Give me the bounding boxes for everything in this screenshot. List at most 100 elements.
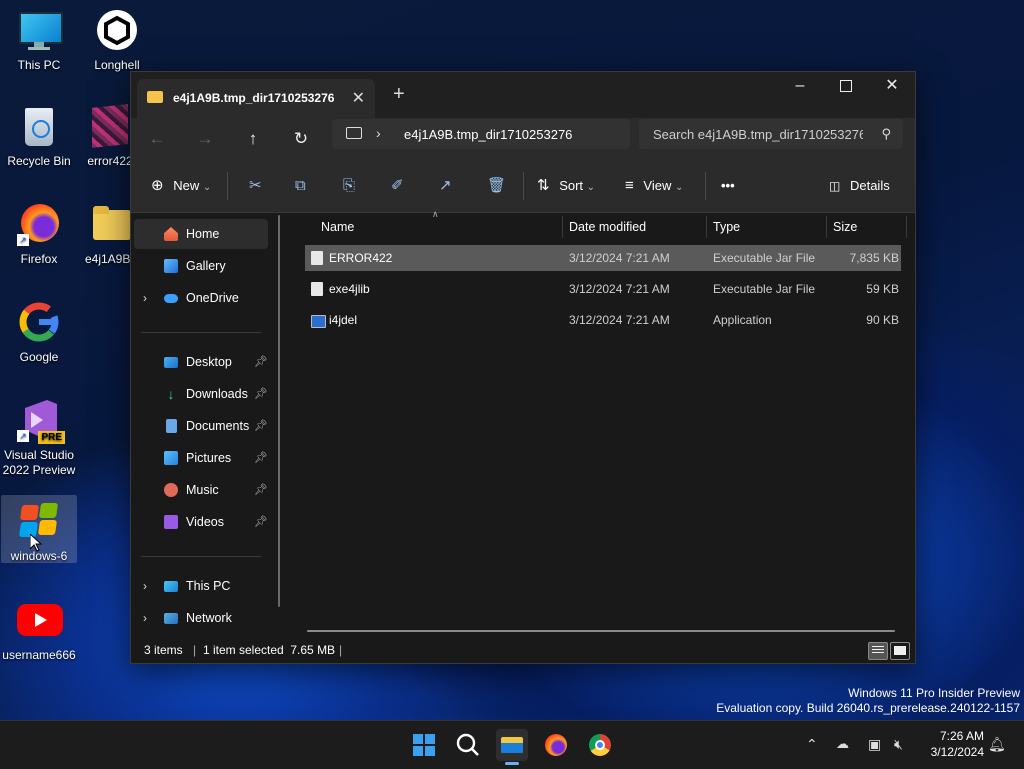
column-header-type[interactable]: Type	[713, 213, 740, 241]
pin-icon[interactable]: 📌︎	[254, 347, 268, 377]
nav-label: Downloads	[186, 387, 248, 401]
minimize-button[interactable]: –	[777, 72, 823, 102]
pin-icon[interactable]: 📌︎	[254, 411, 268, 441]
nav-label: Network	[186, 611, 232, 625]
onedrive-tray-icon[interactable]: ☁︎	[836, 736, 849, 752]
more-options-button[interactable]: •••	[721, 174, 735, 198]
horizontal-scrollbar[interactable]	[307, 630, 895, 632]
paste-button[interactable]: ⎘	[343, 174, 355, 198]
desktop-icon-this-pc[interactable]: This PC	[1, 8, 77, 78]
back-button[interactable]: ←	[143, 126, 171, 154]
column-header-name[interactable]: Name	[321, 213, 354, 241]
network-tray-icon[interactable]: ▣	[868, 736, 881, 753]
volume-muted-icon[interactable]: 🔇︎	[894, 736, 903, 753]
details-view-button[interactable]	[868, 642, 888, 660]
taskbar-chrome[interactable]	[584, 729, 616, 761]
nav-item-documents[interactable]: Documents 📌︎	[134, 411, 268, 441]
desktop-icon-firefox[interactable]: ↗ Firefox	[1, 202, 77, 272]
sort-label: Sort	[559, 178, 584, 193]
this-pc-icon	[346, 127, 362, 139]
forward-button[interactable]: →	[191, 126, 219, 154]
nav-item-pictures[interactable]: Pictures 📌︎	[134, 443, 268, 473]
column-divider[interactable]	[826, 216, 827, 238]
pin-icon[interactable]: 📌︎	[254, 475, 268, 505]
chevron-right-icon[interactable]: ›	[143, 603, 147, 633]
close-window-button[interactable]: ✕	[869, 72, 915, 102]
share-button[interactable]: ↗	[439, 174, 452, 198]
plus-circle-icon: ⊕	[151, 177, 164, 194]
search-button[interactable]	[452, 729, 484, 761]
file-row[interactable]: exe4jlib 3/12/2024 7:21 AM Executable Ja…	[305, 276, 901, 302]
show-hidden-icons-chevron[interactable]: ⌃	[806, 736, 818, 753]
mouse-cursor-icon	[29, 532, 43, 555]
tab-title: e4j1A9B.tmp_dir1710253276	[173, 91, 335, 105]
search-input[interactable]: Search e4j1A9B.tmp_dir1710253276 ⚲	[639, 119, 903, 149]
taskbar-firefox[interactable]	[540, 729, 572, 761]
nav-item-gallery[interactable]: Gallery	[134, 251, 268, 281]
desktop-icon-visual-studio[interactable]: PRE ↗ Visual Studio 2022 Preview	[1, 398, 77, 480]
clock-time[interactable]: 7:26 AM	[922, 729, 984, 743]
chevron-down-icon: ⌄	[202, 182, 212, 193]
nav-label: This PC	[186, 579, 231, 593]
refresh-button[interactable]: ↻	[287, 126, 315, 154]
copy-button[interactable]: ⧉	[295, 174, 306, 198]
delete-button[interactable]: 🗑	[487, 174, 506, 198]
new-tab-button[interactable]: +	[393, 83, 405, 106]
file-date: 3/12/2024 7:21 AM	[569, 251, 670, 265]
desktop-icon-label: This PC	[17, 58, 61, 72]
column-divider[interactable]	[906, 216, 907, 238]
column-divider[interactable]	[562, 216, 563, 238]
address-path[interactable]: e4j1A9B.tmp_dir1710253276	[404, 127, 572, 142]
nav-item-music[interactable]: Music 📌︎	[134, 475, 268, 505]
desktop-icon-google[interactable]: Google	[1, 300, 77, 370]
monitor-icon	[164, 581, 178, 592]
document-icon	[166, 419, 177, 433]
column-header-size[interactable]: Size	[833, 213, 857, 241]
view-label: View	[643, 178, 672, 193]
file-row[interactable]: ERROR422 3/12/2024 7:21 AM Executable Ja…	[305, 245, 901, 271]
nav-item-videos[interactable]: Videos 📌︎	[134, 507, 268, 537]
cloud-icon	[164, 294, 178, 303]
windows-start-icon	[413, 734, 435, 756]
taskbar-file-explorer[interactable]	[496, 729, 528, 765]
nav-item-network[interactable]: › Network	[134, 603, 268, 633]
column-header-date[interactable]: Date modified	[569, 213, 646, 241]
pin-icon[interactable]: 📌︎	[254, 379, 268, 409]
nav-item-desktop[interactable]: Desktop 📌︎	[134, 347, 268, 377]
close-tab-icon[interactable]: ✕	[352, 88, 365, 108]
notification-bell-icon[interactable]: 🔔︎	[988, 736, 1006, 753]
pin-icon[interactable]: 📌︎	[254, 443, 268, 473]
rename-button[interactable]: ✐	[391, 174, 404, 198]
nav-item-downloads[interactable]: ↓ Downloads 📌︎	[134, 379, 269, 409]
address-field[interactable]: › e4j1A9B.tmp_dir1710253276	[332, 119, 630, 149]
maximize-button[interactable]	[823, 72, 869, 102]
view-button[interactable]: ≡ View ⌄	[625, 174, 683, 198]
desktop-folder-icon	[164, 357, 178, 368]
chevron-right-icon[interactable]: ›	[143, 571, 147, 601]
column-divider[interactable]	[706, 216, 707, 238]
nav-scrollbar[interactable]	[278, 215, 280, 607]
file-name: exe4jlib	[329, 282, 370, 296]
file-row[interactable]: i4jdel 3/12/2024 7:21 AM Application 90 …	[305, 307, 901, 333]
desktop-icon-youtube[interactable]: username666	[1, 598, 77, 668]
nav-item-this-pc[interactable]: › This PC	[134, 571, 268, 601]
tiles-view-button[interactable]	[890, 642, 910, 660]
chevron-right-icon[interactable]: ›	[143, 283, 147, 313]
cut-button[interactable]: ✂	[249, 174, 262, 198]
clock-date[interactable]: 3/12/2024	[922, 745, 984, 759]
chevron-right-icon[interactable]: ›	[376, 125, 381, 141]
nav-item-home[interactable]: Home	[134, 219, 268, 249]
pin-icon[interactable]: 📌︎	[254, 507, 268, 537]
start-button[interactable]	[408, 729, 440, 761]
desktop-icon-unity[interactable]: Longhell	[79, 8, 155, 78]
file-type: Application	[713, 313, 772, 327]
nav-item-onedrive[interactable]: › OneDrive	[134, 283, 268, 313]
details-pane-button[interactable]: ◫ Details	[829, 174, 890, 198]
tab-current-folder[interactable]: e4j1A9B.tmp_dir1710253276 ✕	[137, 79, 375, 118]
up-button[interactable]: ↑	[239, 126, 267, 154]
pictures-icon	[164, 451, 178, 465]
tiles-icon	[894, 646, 906, 655]
sort-button[interactable]: ⇅ Sort ⌄	[537, 174, 595, 198]
desktop-icon-recycle-bin[interactable]: Recycle Bin	[1, 104, 77, 174]
new-button[interactable]: ⊕ New ⌄	[151, 174, 211, 198]
